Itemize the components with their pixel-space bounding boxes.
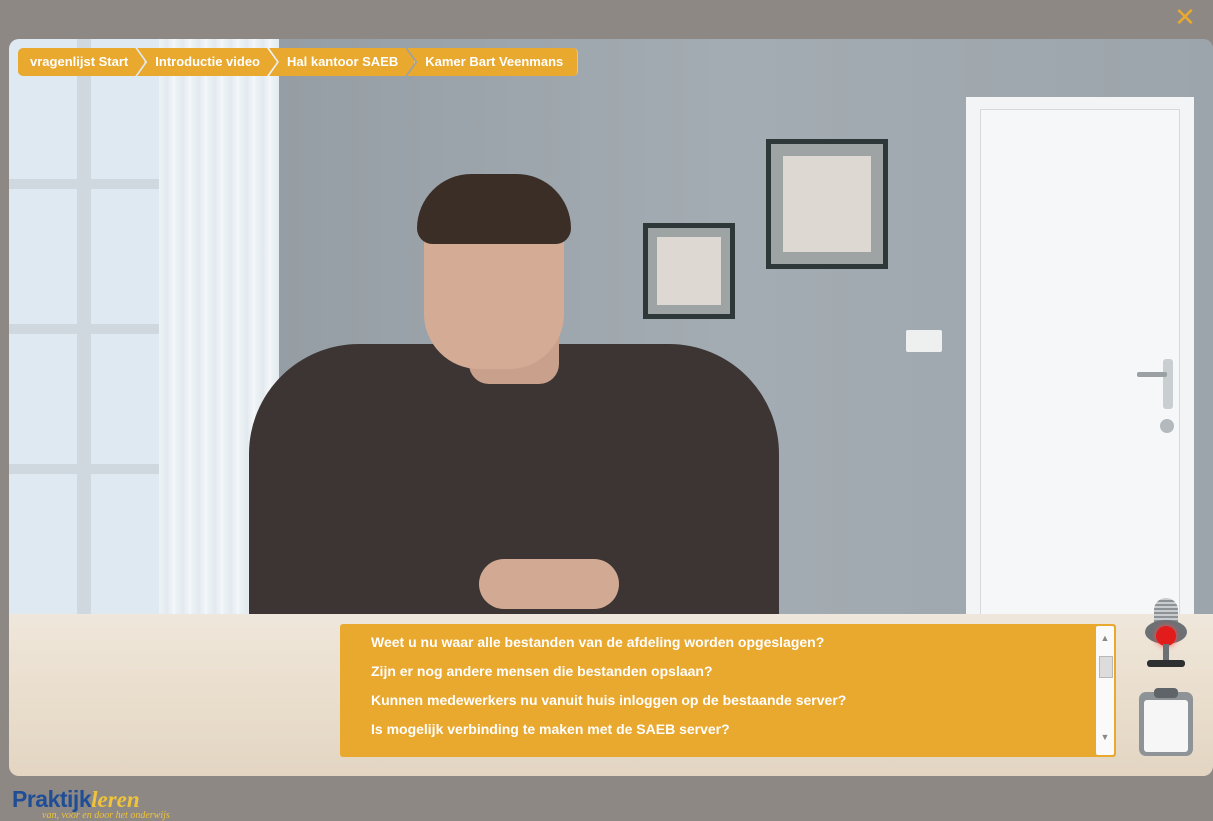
praktijkleren-logo: Praktijkleren van, voor en door het onde… bbox=[12, 786, 170, 821]
clipboard-icon[interactable] bbox=[1139, 688, 1193, 756]
door-handle bbox=[1137, 372, 1167, 377]
question-panel: Weet u nu waar alle bestanden van de afd… bbox=[340, 624, 1116, 757]
question-list: Weet u nu waar alle bestanden van de afd… bbox=[371, 628, 1086, 744]
question-option[interactable]: Is mogelijk verbinding te maken met de S… bbox=[371, 715, 1086, 744]
person-hands bbox=[479, 559, 619, 609]
record-indicator bbox=[1156, 626, 1176, 646]
microphone-icon[interactable] bbox=[1143, 598, 1189, 670]
scroll-thumb[interactable] bbox=[1099, 656, 1113, 678]
window bbox=[9, 39, 159, 614]
light-switch bbox=[906, 330, 942, 352]
question-option[interactable]: Weet u nu waar alle bestanden van de afd… bbox=[371, 628, 1086, 657]
door-keyhole bbox=[1160, 419, 1174, 433]
logo-tagline: van, voor en door het onderwijs bbox=[42, 810, 170, 821]
window-bar bbox=[9, 324, 159, 334]
window-bar bbox=[9, 179, 159, 189]
scroll-down-icon[interactable]: ▼ bbox=[1096, 729, 1114, 745]
question-option[interactable]: Kunnen medewerkers nu vanuit huis inlogg… bbox=[371, 686, 1086, 715]
picture-frame-large bbox=[766, 139, 888, 269]
question-scrollbar[interactable]: ▲ ▼ bbox=[1096, 626, 1114, 755]
breadcrumb-item-hal-kantoor[interactable]: Hal kantoor SAEB bbox=[269, 48, 415, 76]
window-bar bbox=[9, 464, 159, 474]
question-option[interactable]: Zijn er nog andere mensen die bestanden … bbox=[371, 657, 1086, 686]
breadcrumb-item-vragenlijst-start[interactable]: vragenlijst Start bbox=[18, 48, 145, 76]
breadcrumb: vragenlijst Start Introductie video Hal … bbox=[18, 48, 579, 76]
logo-accent-text: leren bbox=[91, 787, 140, 812]
breadcrumb-item-introductie-video[interactable]: Introductie video bbox=[137, 48, 277, 76]
door bbox=[980, 109, 1180, 657]
breadcrumb-item-kamer[interactable]: Kamer Bart Veenmans bbox=[407, 48, 579, 76]
close-icon[interactable]: ✕ bbox=[1171, 4, 1199, 32]
scroll-up-icon[interactable]: ▲ bbox=[1096, 630, 1114, 646]
door-lock bbox=[1163, 359, 1173, 409]
logo-main-text: Praktijk bbox=[12, 786, 92, 812]
person-hair bbox=[417, 174, 571, 244]
